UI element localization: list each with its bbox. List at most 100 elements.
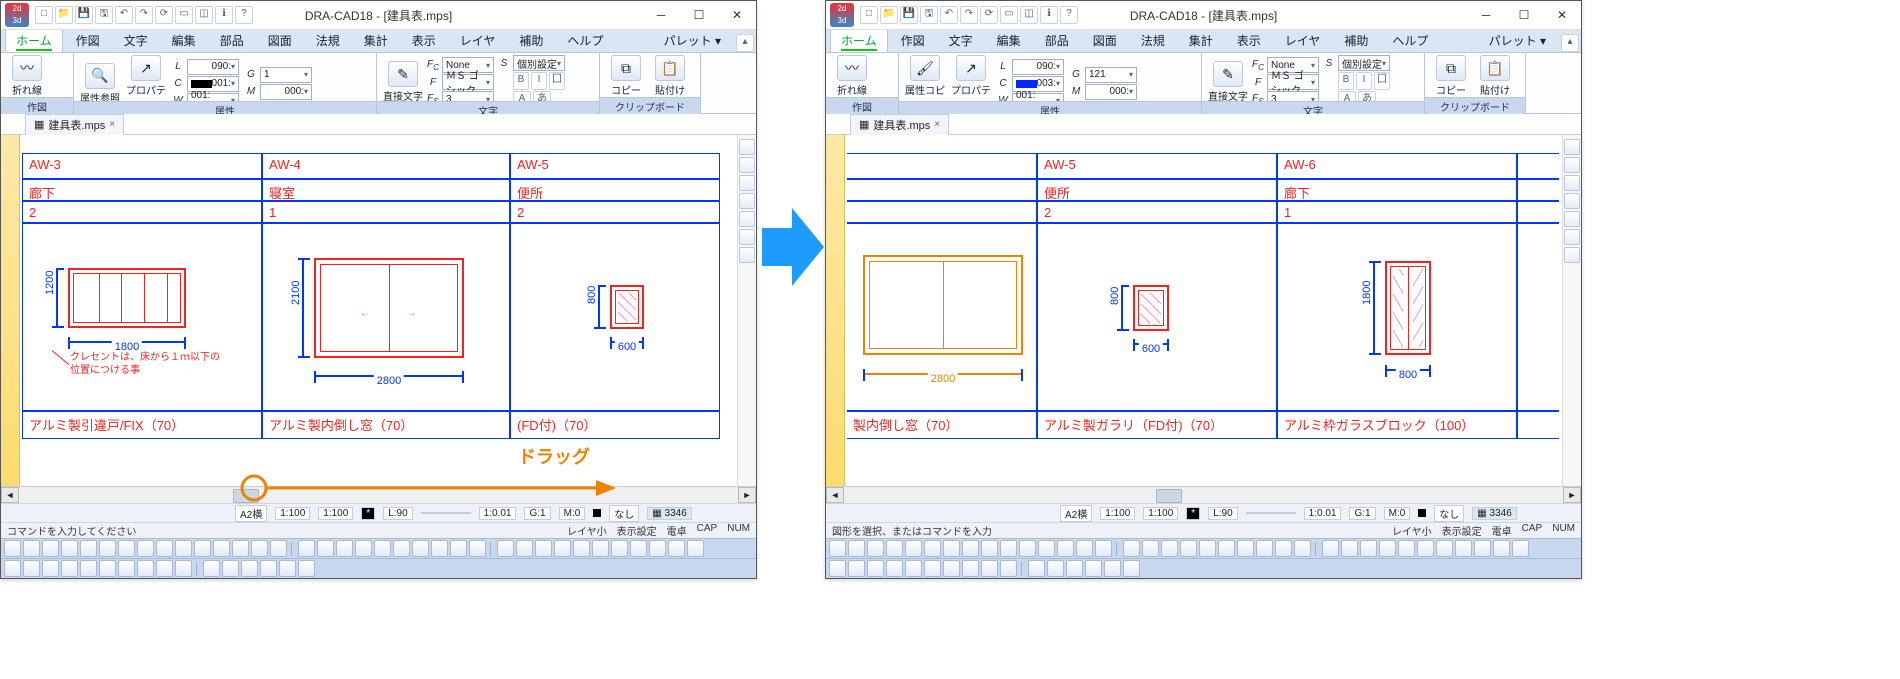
btool[interactable] <box>1455 540 1472 557</box>
btool[interactable] <box>516 540 533 557</box>
btool[interactable] <box>137 560 154 577</box>
btool[interactable] <box>156 540 173 557</box>
q-select-icon[interactable]: ◫ <box>195 6 213 24</box>
btool[interactable] <box>4 560 21 577</box>
ribbon-tab-law[interactable]: 法規 <box>1130 28 1176 52</box>
btool[interactable] <box>317 540 334 557</box>
btool[interactable] <box>203 560 220 577</box>
btool[interactable] <box>99 560 116 577</box>
btool[interactable] <box>393 540 410 557</box>
btool[interactable] <box>1256 540 1273 557</box>
q-open-icon[interactable]: 📁 <box>55 6 73 24</box>
side-tool[interactable] <box>739 175 755 191</box>
status-count[interactable]: ▦ 3346 <box>647 507 691 520</box>
status-seg[interactable]: 1:100 <box>1100 507 1135 520</box>
btool[interactable] <box>1341 540 1358 557</box>
btool[interactable] <box>270 540 287 557</box>
btool[interactable] <box>573 540 590 557</box>
ribbon-tab-palette[interactable]: パレット ▾ <box>1478 28 1557 52</box>
btool[interactable] <box>1047 560 1064 577</box>
btool[interactable] <box>175 540 192 557</box>
ribbon-tab-sum[interactable]: 集計 <box>1178 28 1224 52</box>
ribbon-tab-parts[interactable]: 部品 <box>209 28 255 52</box>
ribbon-tab-layer[interactable]: レイヤ <box>1274 28 1332 52</box>
btool[interactable] <box>1161 540 1178 557</box>
scroll-left-icon[interactable]: ◄ <box>826 487 844 503</box>
side-tool[interactable] <box>1564 247 1580 263</box>
close-button[interactable]: ✕ <box>1543 1 1581 29</box>
btool[interactable] <box>232 540 249 557</box>
ribbon-tab-edit[interactable]: 編集 <box>161 28 207 52</box>
btool[interactable] <box>848 560 865 577</box>
ribbon-tab-view[interactable]: 表示 <box>1226 28 1272 52</box>
q-rect-icon[interactable]: ▭ <box>175 6 193 24</box>
ribbon-tab-layer[interactable]: レイヤ <box>449 28 507 52</box>
btool[interactable] <box>222 560 239 577</box>
btool[interactable] <box>61 560 78 577</box>
btool[interactable] <box>1019 540 1036 557</box>
btool[interactable] <box>298 540 315 557</box>
btool[interactable] <box>962 560 979 577</box>
ribbon-tab-sheet[interactable]: 図面 <box>1082 28 1128 52</box>
status-seg[interactable]: A2横 <box>1060 505 1092 522</box>
btool[interactable] <box>1512 540 1529 557</box>
ribbon-collapse-icon[interactable]: ▴ <box>736 34 754 52</box>
btool[interactable] <box>943 540 960 557</box>
btool[interactable] <box>1104 560 1121 577</box>
ribbon-tab-view[interactable]: 表示 <box>401 28 447 52</box>
q-new-icon[interactable]: □ <box>860 6 878 24</box>
side-tool[interactable] <box>739 157 755 173</box>
btool[interactable] <box>905 540 922 557</box>
btool[interactable] <box>905 560 922 577</box>
paste-button[interactable]: 📋貼付け <box>1475 55 1515 97</box>
outline-icon[interactable]: 囗 <box>1374 72 1390 90</box>
ribbon-tab-sum[interactable]: 集計 <box>353 28 399 52</box>
btool[interactable] <box>1028 560 1045 577</box>
minimize-button[interactable]: ─ <box>642 1 680 29</box>
btool[interactable] <box>1218 540 1235 557</box>
q-saveas-icon[interactable]: 🖫 <box>920 6 938 24</box>
btool[interactable] <box>42 540 59 557</box>
ribbon-tab-help[interactable]: ヘルプ <box>1381 28 1439 52</box>
btool[interactable] <box>175 560 192 577</box>
canvas[interactable]: AW-5 AW-6 便所 廊下 2 1 <box>845 135 1581 486</box>
btool[interactable] <box>630 540 647 557</box>
command-prompt[interactable]: コマンドを入力してください <box>7 523 136 538</box>
btool[interactable] <box>450 540 467 557</box>
btool[interactable] <box>1142 540 1159 557</box>
side-tool[interactable] <box>1564 211 1580 227</box>
maximize-button[interactable]: ☐ <box>1505 1 1543 29</box>
btool[interactable] <box>194 540 211 557</box>
direct-text-button[interactable]: ✎直接文字 <box>383 61 423 103</box>
q-info-icon[interactable]: ℹ <box>1040 6 1058 24</box>
italic-icon[interactable]: I <box>1356 72 1372 90</box>
btool[interactable] <box>981 540 998 557</box>
btool[interactable] <box>1057 540 1074 557</box>
btool[interactable] <box>867 560 884 577</box>
q-saveas-icon[interactable]: 🖫 <box>95 6 113 24</box>
btool[interactable] <box>1123 540 1140 557</box>
layer-dropdown[interactable]: 090:▾ <box>1012 59 1064 75</box>
status-seg[interactable]: G:1 <box>524 507 550 520</box>
side-tool[interactable] <box>739 193 755 209</box>
btool[interactable] <box>829 560 846 577</box>
ribbon-tab-parts[interactable]: 部品 <box>1034 28 1080 52</box>
btool[interactable] <box>213 540 230 557</box>
ribbon-tab-palette[interactable]: パレット ▾ <box>653 28 732 52</box>
group-dropdown[interactable]: 1▾ <box>260 67 312 83</box>
btool[interactable] <box>412 540 429 557</box>
btool[interactable] <box>1095 540 1112 557</box>
ribbon-tab-draw[interactable]: 作図 <box>65 28 111 52</box>
btool[interactable] <box>1294 540 1311 557</box>
btool[interactable] <box>848 540 865 557</box>
btool[interactable] <box>962 540 979 557</box>
scroll-thumb[interactable] <box>1156 489 1182 503</box>
italic-icon[interactable]: I <box>531 72 547 90</box>
status-seg[interactable]: 1:100 <box>1143 507 1178 520</box>
q-info-icon[interactable]: ℹ <box>215 6 233 24</box>
bold-icon[interactable]: B <box>513 72 529 90</box>
ribbon-tab-home[interactable]: ホーム <box>830 28 888 52</box>
status-seg[interactable]: 1:100 <box>318 507 353 520</box>
horizontal-scrollbar[interactable]: ◄ ► <box>1 486 756 503</box>
copy-button[interactable]: ⧉コピー <box>606 55 646 97</box>
